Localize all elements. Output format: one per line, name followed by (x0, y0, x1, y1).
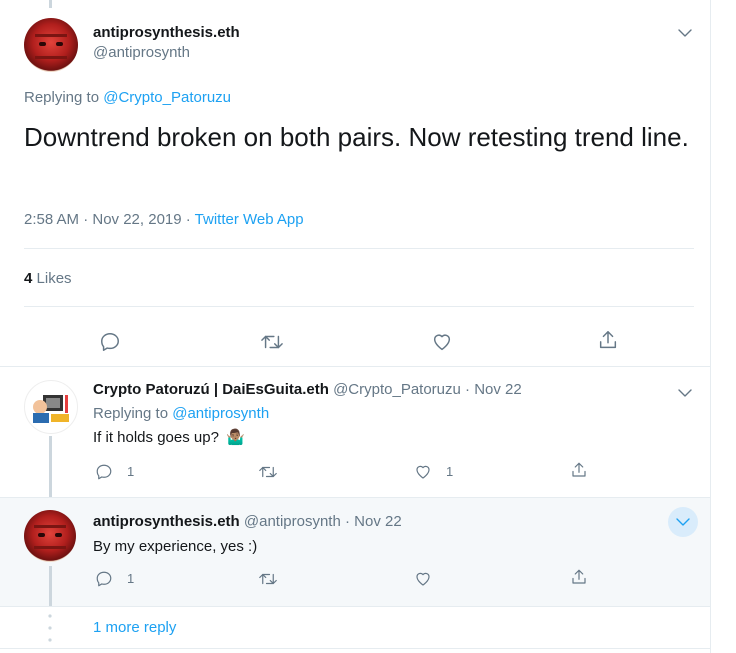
retweet-icon[interactable] (256, 568, 280, 590)
more-replies-link[interactable]: 1 more reply (93, 619, 176, 636)
likes-summary[interactable]: 4 Likes (24, 270, 72, 287)
replying-prefix: Replying to (93, 405, 169, 422)
reply-header: antiprosynthesis.eth @antiprosynth · Nov… (93, 513, 402, 530)
separator (0, 606, 710, 607)
replying-to: Replying to @Crypto_Patoruzu (24, 89, 231, 106)
share-icon[interactable] (594, 326, 622, 354)
reply-text-content: If it holds goes up? (93, 429, 219, 446)
tweet-timestamp: 2:58 AM · Nov 22, 2019 · Twitter Web App (24, 211, 304, 228)
more-dots-icon (45, 611, 55, 645)
separator (24, 306, 694, 307)
author-name[interactable]: Crypto Patoruzú | DaiEsGuita.eth (93, 381, 329, 398)
author-handle[interactable]: @antiprosynth (93, 44, 190, 61)
replying-prefix: Replying to (24, 89, 100, 106)
avatar[interactable] (24, 510, 76, 562)
avatar[interactable] (24, 18, 78, 72)
thread-line-top (49, 0, 52, 8)
replying-to-link[interactable]: @Crypto_Patoruzu (103, 89, 231, 106)
reply-text: By my experience, yes :) (93, 538, 258, 555)
retweet-icon[interactable] (258, 328, 286, 356)
share-icon[interactable] (568, 459, 590, 481)
reply-icon[interactable] (93, 461, 115, 483)
tweet-time[interactable]: 2:58 AM · Nov 22, 2019 · (24, 211, 191, 228)
reply-header: Crypto Patoruzú | DaiEsGuita.eth @Crypto… (93, 381, 522, 398)
chevron-down-icon[interactable] (674, 22, 696, 44)
replying-to-link[interactable]: @antiprosynth (172, 405, 269, 422)
reply-count: 1 (127, 464, 135, 479)
tweet-text: Downtrend broken on both pairs. Now rete… (24, 122, 689, 152)
reply-icon[interactable] (93, 568, 115, 590)
like-count: 1 (446, 464, 454, 479)
thread-line (49, 436, 52, 498)
thread-line (49, 566, 52, 606)
retweet-icon[interactable] (256, 461, 280, 483)
separator (24, 248, 694, 249)
author-name[interactable]: antiprosynthesis.eth (93, 513, 240, 530)
shrug-emoji: 🤷🏽‍♂️ (226, 429, 245, 446)
author-handle-date[interactable]: @Crypto_Patoruzu · Nov 22 (333, 381, 522, 398)
chevron-down-icon[interactable] (672, 511, 694, 533)
likes-label: Likes (36, 270, 72, 287)
chevron-down-icon[interactable] (674, 382, 696, 404)
likes-count: 4 (24, 270, 33, 287)
author-handle-date[interactable]: @antiprosynth · Nov 22 (244, 513, 402, 530)
reply-icon[interactable] (96, 328, 124, 356)
reply-count: 1 (127, 571, 135, 586)
separator (0, 366, 710, 367)
share-icon[interactable] (568, 566, 590, 588)
like-icon[interactable] (412, 461, 434, 483)
avatar[interactable] (24, 380, 78, 434)
like-icon[interactable] (412, 568, 434, 590)
author-name[interactable]: antiprosynthesis.eth (93, 24, 240, 41)
reply-text: If it holds goes up? 🤷🏽‍♂️ (93, 428, 245, 446)
separator (0, 648, 710, 649)
tweet-source[interactable]: Twitter Web App (195, 211, 304, 228)
like-icon[interactable] (428, 328, 456, 356)
replying-to: Replying to @antiprosynth (93, 405, 269, 422)
